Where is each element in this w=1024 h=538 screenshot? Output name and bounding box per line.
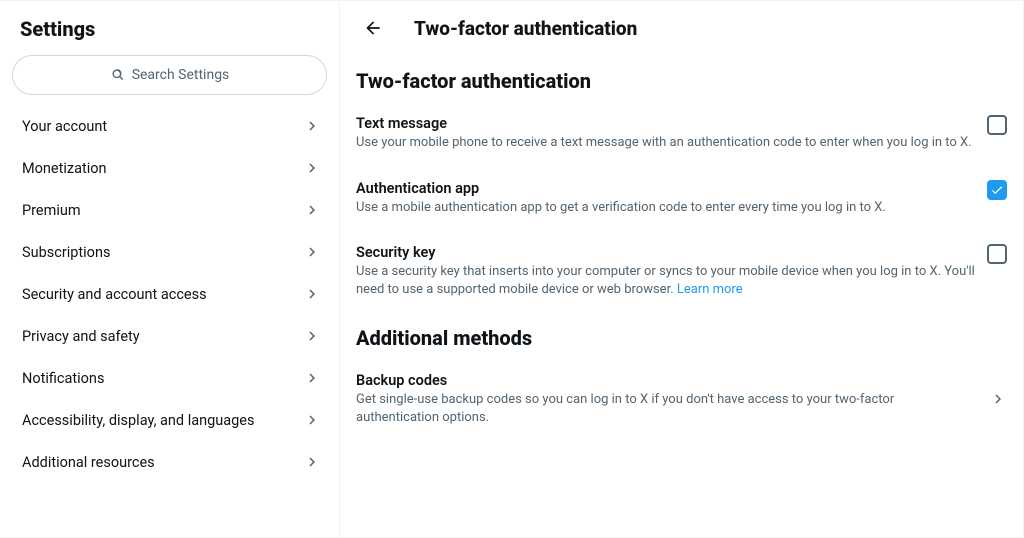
- section-heading-2fa: Two-factor authentication: [356, 59, 1007, 105]
- chevron-right-icon: [303, 453, 321, 471]
- arrow-left-icon: [363, 18, 383, 38]
- chevron-right-icon: [303, 411, 321, 429]
- chevron-right-icon: [303, 159, 321, 177]
- search-wrap: Search Settings: [8, 55, 335, 105]
- section-2fa: Two-factor authentication Text message U…: [340, 59, 1023, 316]
- chevron-right-icon: [303, 243, 321, 261]
- method-desc-text: Use a security key that inserts into you…: [356, 264, 975, 297]
- method-security-key: Security key Use a security key that ins…: [356, 234, 1007, 316]
- sidebar-item-resources[interactable]: Additional resources: [8, 441, 335, 483]
- sidebar-item-your-account[interactable]: Your account: [8, 105, 335, 147]
- search-input[interactable]: Search Settings: [12, 55, 327, 95]
- backup-desc: Get single-use backup codes so you can l…: [356, 391, 977, 426]
- sidebar-item-label: Accessibility, display, and languages: [22, 412, 254, 429]
- sidebar-item-security[interactable]: Security and account access: [8, 273, 335, 315]
- sidebar-item-label: Monetization: [22, 160, 107, 177]
- chevron-right-icon: [303, 285, 321, 303]
- method-auth-app: Authentication app Use a mobile authenti…: [356, 170, 1007, 235]
- method-title: Text message: [356, 115, 975, 132]
- sidebar-item-accessibility[interactable]: Accessibility, display, and languages: [8, 399, 335, 441]
- chevron-right-icon: [303, 117, 321, 135]
- chevron-right-icon: [303, 369, 321, 387]
- method-desc: Use a security key that inserts into you…: [356, 263, 975, 298]
- checkbox-text-message[interactable]: [987, 115, 1007, 135]
- main-header: Two-factor authentication: [340, 1, 1023, 59]
- backup-title: Backup codes: [356, 372, 977, 389]
- main-panel: Two-factor authentication Two-factor aut…: [340, 1, 1024, 537]
- method-desc: Use a mobile authentication app to get a…: [356, 199, 975, 217]
- search-icon: [110, 67, 126, 83]
- sidebar-item-monetization[interactable]: Monetization: [8, 147, 335, 189]
- sidebar-item-label: Additional resources: [22, 454, 155, 471]
- sidebar-item-subscriptions[interactable]: Subscriptions: [8, 231, 335, 273]
- learn-more-link[interactable]: Learn more: [677, 282, 743, 297]
- backup-text-block: Backup codes Get single-use backup codes…: [356, 372, 977, 426]
- settings-container: Settings Search Settings Your account Mo…: [0, 0, 1024, 538]
- chevron-right-icon: [303, 327, 321, 345]
- sidebar-item-notifications[interactable]: Notifications: [8, 357, 335, 399]
- checkbox-auth-app[interactable]: [987, 180, 1007, 200]
- sidebar-item-privacy[interactable]: Privacy and safety: [8, 315, 335, 357]
- chevron-right-icon: [989, 390, 1007, 408]
- method-text-block: Authentication app Use a mobile authenti…: [356, 180, 975, 217]
- method-text-message: Text message Use your mobile phone to re…: [356, 105, 1007, 170]
- sidebar-item-label: Security and account access: [22, 286, 207, 303]
- method-title: Security key: [356, 244, 975, 261]
- checkbox-security-key[interactable]: [987, 244, 1007, 264]
- sidebar-title: Settings: [8, 13, 335, 55]
- sidebar-nav: Your account Monetization Premium Subscr…: [8, 105, 335, 483]
- settings-sidebar: Settings Search Settings Your account Mo…: [0, 1, 340, 537]
- backup-codes-row[interactable]: Backup codes Get single-use backup codes…: [356, 362, 1007, 444]
- section-additional: Additional methods Backup codes Get sing…: [340, 316, 1023, 444]
- method-text-block: Text message Use your mobile phone to re…: [356, 115, 975, 152]
- sidebar-item-label: Premium: [22, 202, 81, 219]
- sidebar-item-label: Subscriptions: [22, 244, 110, 261]
- method-text-block: Security key Use a security key that ins…: [356, 244, 975, 298]
- back-button[interactable]: [356, 11, 390, 45]
- section-heading-additional: Additional methods: [356, 316, 1007, 362]
- method-title: Authentication app: [356, 180, 975, 197]
- sidebar-item-label: Notifications: [22, 370, 104, 387]
- search-placeholder: Search Settings: [132, 67, 230, 83]
- check-icon: [990, 183, 1004, 197]
- sidebar-item-label: Privacy and safety: [22, 328, 140, 345]
- sidebar-item-premium[interactable]: Premium: [8, 189, 335, 231]
- chevron-right-icon: [303, 201, 321, 219]
- page-title: Two-factor authentication: [414, 17, 637, 40]
- method-desc: Use your mobile phone to receive a text …: [356, 134, 975, 152]
- sidebar-item-label: Your account: [22, 118, 107, 135]
